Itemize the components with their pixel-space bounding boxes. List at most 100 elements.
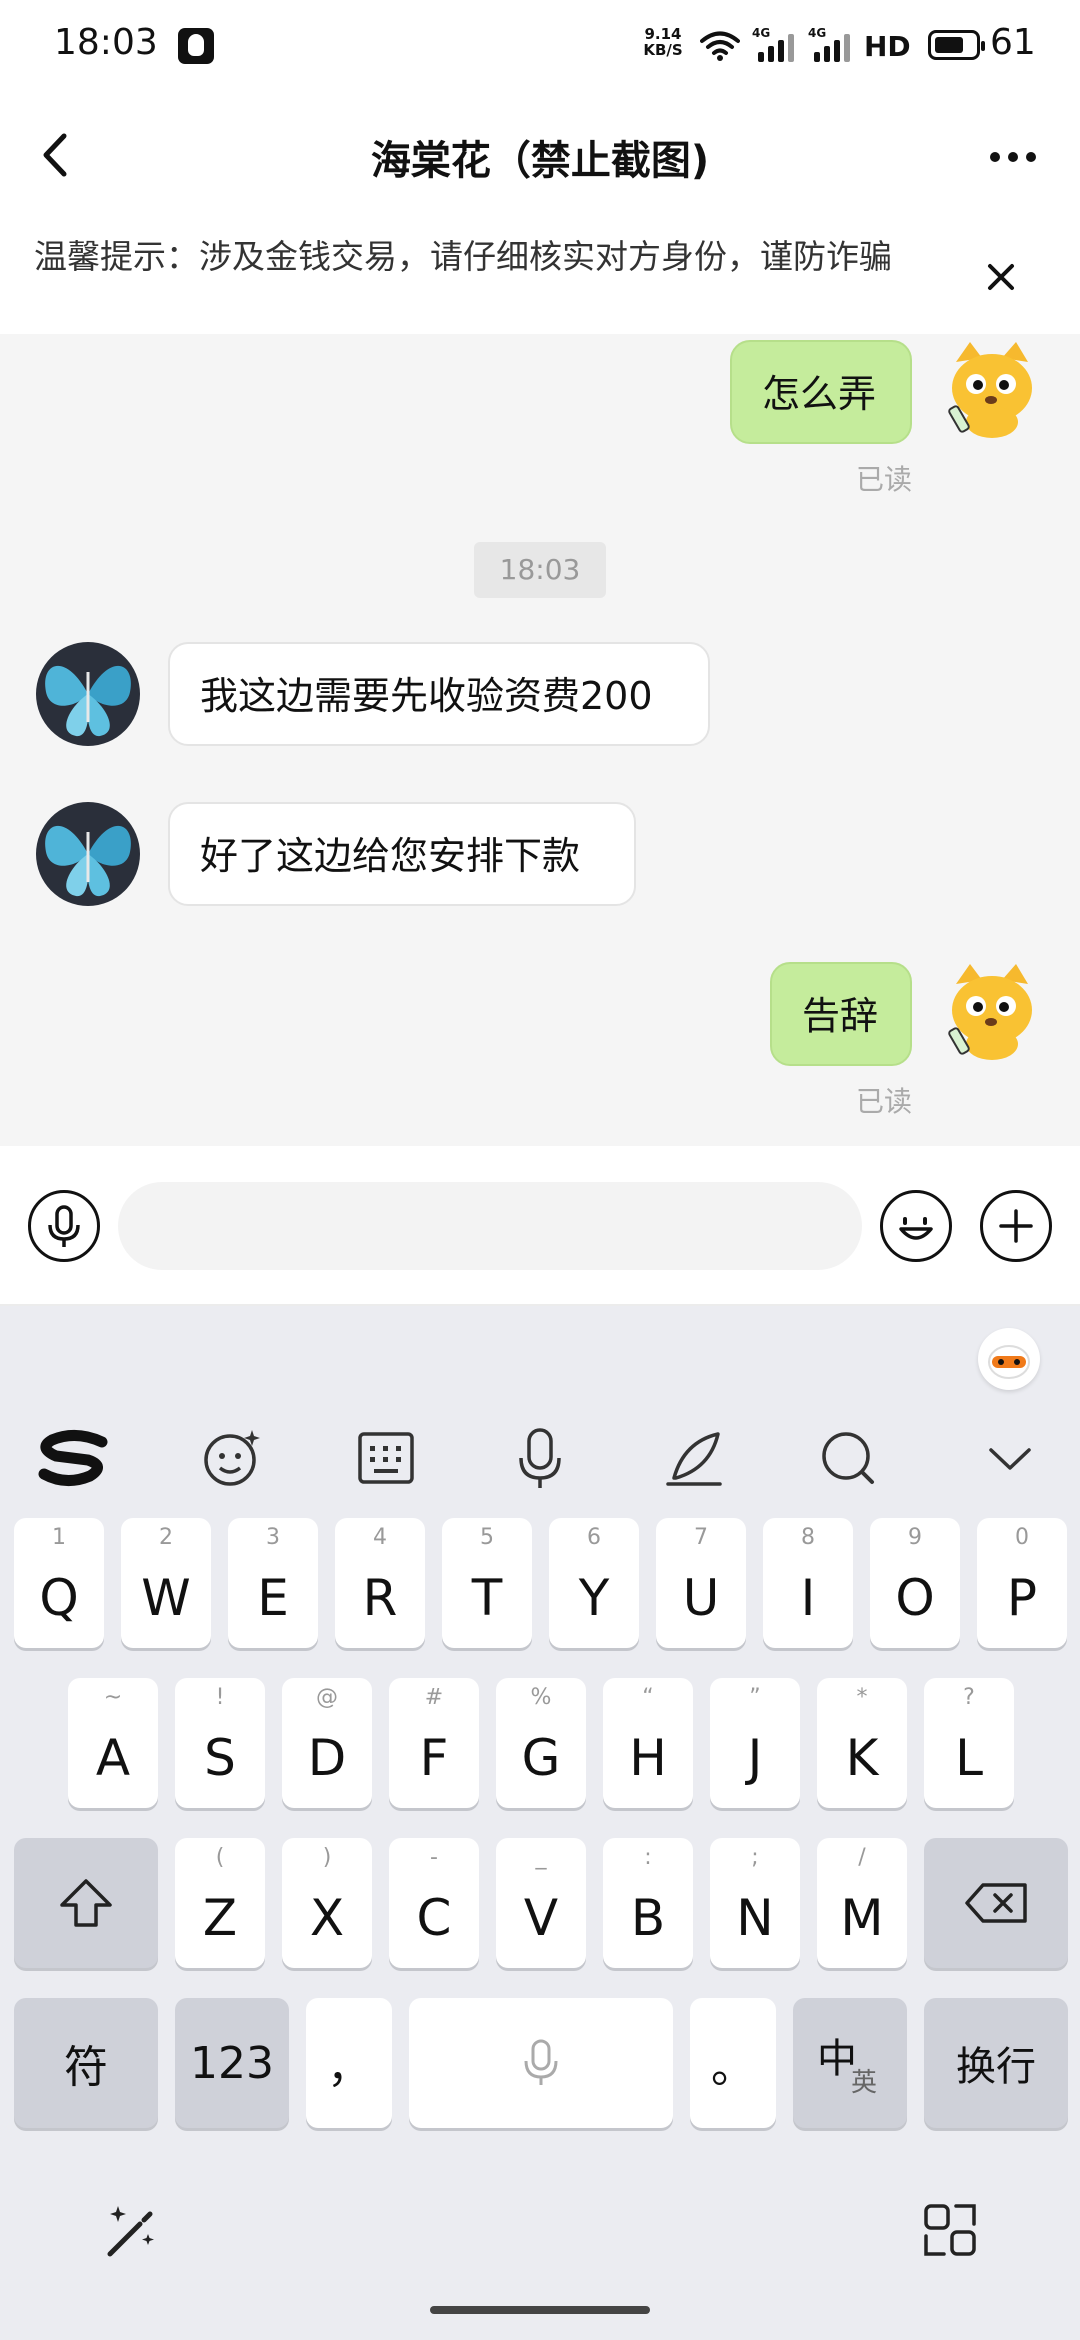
key-p[interactable]: 0P: [977, 1518, 1067, 1648]
key-label: B: [630, 1889, 666, 1947]
close-icon[interactable]: [986, 262, 1016, 292]
handwriting-icon[interactable]: [654, 1398, 734, 1518]
key-sub: :: [644, 1845, 652, 1870]
key-x[interactable]: ) X: [282, 1838, 372, 1968]
message-text: 我这边需要先收验资费200: [200, 674, 653, 718]
backspace-key[interactable]: [924, 1838, 1068, 1968]
self-avatar[interactable]: [944, 962, 1040, 1062]
key-v[interactable]: _ V: [496, 1838, 586, 1968]
network-speed-unit: KB/S: [643, 41, 683, 59]
status-time: 18:03: [54, 22, 158, 63]
key-q[interactable]: 1Q: [14, 1518, 104, 1648]
key-d[interactable]: @ D: [282, 1678, 372, 1808]
key-o[interactable]: 9O: [870, 1518, 960, 1648]
search-icon[interactable]: [808, 1398, 888, 1518]
key-t[interactable]: 5T: [442, 1518, 532, 1648]
key-label: C: [416, 1889, 452, 1947]
emoji-panel-icon[interactable]: [192, 1398, 272, 1518]
key-a[interactable]: ~ A: [68, 1678, 158, 1808]
signal-sim2-icon: 4G: [808, 26, 852, 64]
self-avatar[interactable]: [944, 340, 1040, 440]
contact-avatar[interactable]: [36, 802, 140, 906]
key-i[interactable]: 8I: [763, 1518, 853, 1648]
key-sub: (: [215, 1845, 225, 1870]
magic-wand-icon[interactable]: [100, 2200, 160, 2260]
key-label: S: [204, 1729, 236, 1787]
key-e[interactable]: 3E: [228, 1518, 318, 1648]
keyboard-layout-icon[interactable]: [346, 1398, 426, 1518]
key-y[interactable]: 6Y: [549, 1518, 639, 1648]
shift-arrow-icon: [60, 1879, 112, 1927]
voice-typing-icon[interactable]: [500, 1398, 580, 1518]
key-b[interactable]: :B: [603, 1838, 693, 1968]
more-horizontal-icon[interactable]: [990, 152, 1036, 162]
message-bubble-incoming[interactable]: 我这边需要先收验资费200: [168, 642, 710, 746]
number-key[interactable]: 123: [175, 1998, 289, 2128]
message-input[interactable]: [118, 1182, 862, 1270]
keyboard-assistant-icon[interactable]: [978, 1328, 1040, 1390]
key-label: I: [800, 1569, 816, 1627]
more-actions-button[interactable]: [980, 1190, 1052, 1262]
key-c[interactable]: -C: [389, 1838, 479, 1968]
hd-indicator: HD: [864, 29, 911, 63]
chat-header: 海棠花（禁止截图): [0, 92, 1080, 222]
key-u[interactable]: 7U: [656, 1518, 746, 1648]
key-k[interactable]: * K: [817, 1678, 907, 1808]
backspace-icon: [965, 1883, 1027, 1923]
key-j[interactable]: ” J: [710, 1678, 800, 1808]
key-sub: 8: [801, 1525, 815, 1550]
key-label: A: [95, 1729, 131, 1787]
key-sub: 2: [159, 1525, 173, 1550]
message-input-bar: [0, 1146, 1080, 1306]
key-sub: ): [322, 1845, 332, 1870]
key-h[interactable]: “H: [603, 1678, 693, 1808]
key-r[interactable]: 4R: [335, 1518, 425, 1648]
key-sub: 0: [1015, 1525, 1029, 1550]
key-s[interactable]: ! S: [175, 1678, 265, 1808]
comma-key-label: ，: [327, 2042, 371, 2093]
symbol-key[interactable]: 符: [14, 1998, 158, 2128]
key-g[interactable]: % G: [496, 1678, 586, 1808]
soft-keyboard: 1Q 2W 3E 4R 5T 6Y 7U 8I 9O 0P ~ A ! S @ D #…: [0, 1306, 1080, 2340]
key-sub: _: [535, 1845, 547, 1870]
key-label: K: [845, 1729, 879, 1787]
sogou-logo-icon[interactable]: [34, 1398, 114, 1518]
key-sub: 7: [694, 1525, 708, 1550]
battery-level: 61: [990, 22, 1036, 63]
key-l[interactable]: ? L: [924, 1678, 1014, 1808]
comma-key[interactable]: ，: [306, 1998, 392, 2128]
key-sub: !: [215, 1685, 225, 1710]
shift-key[interactable]: [14, 1838, 158, 1968]
key-f[interactable]: # F: [389, 1678, 479, 1808]
message-bubble-outgoing[interactable]: 告辞: [770, 962, 912, 1066]
key-label: L: [955, 1729, 983, 1787]
home-indicator[interactable]: [430, 2306, 650, 2314]
key-n[interactable]: ; N: [710, 1838, 800, 1968]
message-list[interactable]: 怎么弄 已读 18:03 我这边需要先收验资费200 好了这边给您安排下款 告辞…: [0, 334, 1080, 1146]
voice-input-button[interactable]: [28, 1190, 100, 1262]
hide-keyboard-chevron-icon[interactable]: [970, 1398, 1050, 1518]
key-label: U: [682, 1569, 720, 1627]
key-m[interactable]: / M: [817, 1838, 907, 1968]
message-bubble-outgoing[interactable]: 怎么弄: [730, 340, 912, 444]
key-sub: 1: [52, 1525, 66, 1550]
period-key[interactable]: 。: [690, 1998, 776, 2128]
key-label: T: [471, 1569, 503, 1627]
language-toggle-key[interactable]: 中 英: [793, 1998, 907, 2128]
message-bubble-incoming[interactable]: 好了这边给您安排下款: [168, 802, 636, 906]
space-key[interactable]: [409, 1998, 673, 2128]
key-w[interactable]: 2W: [121, 1518, 211, 1648]
key-label: E: [257, 1569, 289, 1627]
enter-key[interactable]: 换行: [924, 1998, 1068, 2128]
key-label: G: [521, 1729, 561, 1787]
key-label: Y: [578, 1569, 610, 1627]
clipboard-switch-icon[interactable]: [920, 2200, 980, 2260]
key-label: W: [141, 1569, 191, 1627]
key-sub: ?: [963, 1685, 975, 1710]
key-z[interactable]: (Z: [175, 1838, 265, 1968]
key-label: O: [895, 1569, 935, 1627]
message-text: 好了这边给您安排下款: [200, 834, 581, 878]
emoji-button[interactable]: [880, 1190, 952, 1262]
key-label: X: [309, 1889, 345, 1947]
contact-avatar[interactable]: [36, 642, 140, 746]
